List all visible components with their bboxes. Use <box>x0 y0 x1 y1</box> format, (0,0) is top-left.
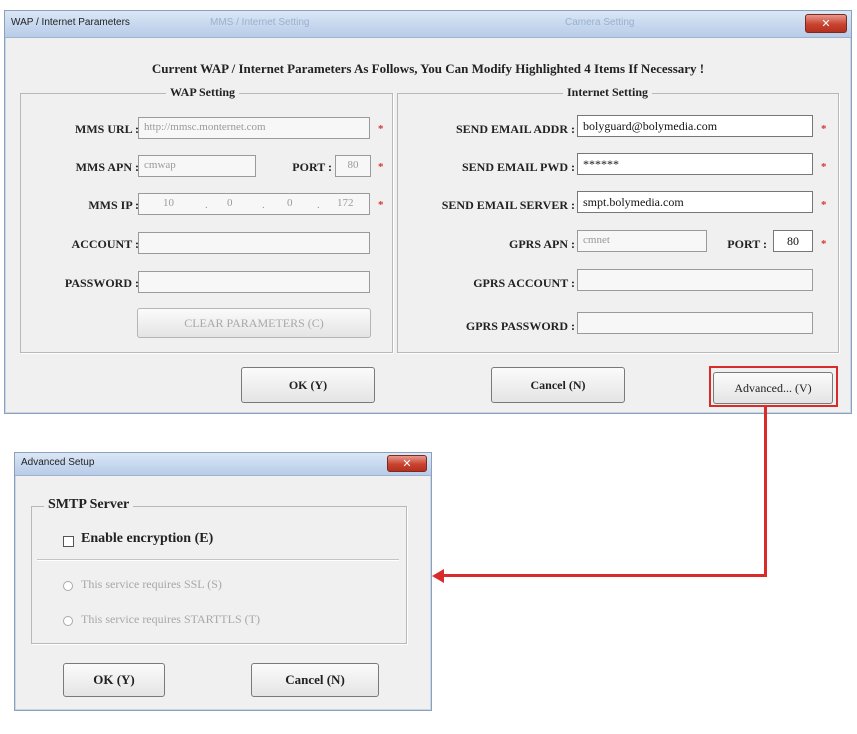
password-field[interactable] <box>138 271 370 293</box>
starttls-label[interactable]: This service requires STARTTLS (T) <box>81 612 260 627</box>
ip-dot-2: . <box>262 199 265 211</box>
gprs-apn-label: GPRS APN : <box>509 237 575 251</box>
mms-ip-required-marker: * <box>378 199 384 211</box>
mms-ip-octet-1: 10 <box>163 197 174 209</box>
gprs-apn-field[interactable]: cmnet <box>577 230 707 252</box>
account-field[interactable] <box>138 232 370 254</box>
clear-parameters-button[interactable]: CLEAR PARAMETERS (C) <box>137 308 371 338</box>
mms-url-required-marker: * <box>378 123 384 135</box>
enable-encryption-checkbox[interactable] <box>63 536 74 547</box>
advanced-ok-button[interactable]: OK (Y) <box>63 663 165 697</box>
mms-port-field[interactable]: 80 <box>335 155 371 177</box>
ip-dot-3: . <box>317 199 320 211</box>
email-server-required-marker: * <box>821 199 827 211</box>
mms-ip-octet-2: 0 <box>227 197 233 209</box>
ssl-radio[interactable] <box>63 581 73 591</box>
connector-arrow-icon <box>432 569 444 583</box>
mms-apn-required-marker: * <box>378 161 384 173</box>
advanced-cancel-button[interactable]: Cancel (N) <box>251 663 379 697</box>
advanced-setup-window: Advanced Setup ✕ SMTP Server Enable encr… <box>14 452 432 711</box>
send-email-server-field[interactable]: smpt.bolymedia.com <box>577 191 813 213</box>
main-close-button[interactable]: ✕ <box>805 14 847 33</box>
ssl-label[interactable]: This service requires SSL (S) <box>81 577 222 592</box>
internet-setting-title: Internet Setting <box>563 85 652 100</box>
gprs-port-field[interactable]: 80 <box>773 230 813 252</box>
send-email-addr-field[interactable]: bolyguard@bolymedia.com <box>577 115 813 137</box>
enable-encryption-label[interactable]: Enable encryption (E) <box>81 531 213 547</box>
password-label: PASSWORD : <box>64 276 139 290</box>
ghost-title-2: Camera Setting <box>565 17 635 28</box>
connector-vertical <box>764 405 767 577</box>
mms-url-field[interactable]: http://mmsc.monternet.com <box>138 117 370 139</box>
gprs-account-field[interactable] <box>577 269 813 291</box>
mms-apn-field[interactable]: cmwap <box>138 155 256 177</box>
mms-apn-label: MMS APN : <box>75 160 139 174</box>
instructions-heading: Current WAP / Internet Parameters As Fol… <box>151 61 705 76</box>
mms-ip-octet-4: 172 <box>337 197 354 209</box>
advanced-titlebar[interactable]: Advanced Setup ✕ <box>15 453 431 476</box>
gprs-port-label: PORT : <box>727 237 767 251</box>
smtp-separator <box>37 559 399 560</box>
gprs-account-label: GPRS ACCOUNT : <box>473 276 575 290</box>
gprs-password-field[interactable] <box>577 312 813 334</box>
email-addr-required-marker: * <box>821 123 827 135</box>
mms-url-label: MMS URL : <box>75 122 139 136</box>
gprs-password-label: GPRS PASSWORD : <box>465 319 575 333</box>
send-email-addr-label: SEND EMAIL ADDR : <box>455 122 575 136</box>
mms-port-label: PORT : <box>292 160 332 174</box>
starttls-radio[interactable] <box>63 616 73 626</box>
send-email-pwd-label: SEND EMAIL PWD : <box>461 160 575 174</box>
advanced-window-title: Advanced Setup <box>21 457 95 468</box>
ghost-title-1: MMS / Internet Setting <box>210 17 310 28</box>
wap-internet-parameters-window: WAP / Internet Parameters MMS / Internet… <box>4 10 852 414</box>
email-pwd-required-marker: * <box>821 161 827 173</box>
send-email-server-label: SEND EMAIL SERVER : <box>441 198 575 212</box>
mms-ip-octet-3: 0 <box>287 197 293 209</box>
advanced-close-button[interactable]: ✕ <box>387 455 427 472</box>
main-titlebar[interactable]: WAP / Internet Parameters MMS / Internet… <box>5 11 851 38</box>
main-window-title: WAP / Internet Parameters <box>11 17 130 28</box>
connector-horizontal <box>442 574 767 577</box>
smtp-server-title: SMTP Server <box>44 497 134 513</box>
gprs-port-required-marker: * <box>821 238 827 250</box>
mms-ip-label: MMS IP : <box>88 198 139 212</box>
cancel-button[interactable]: Cancel (N) <box>491 367 625 403</box>
ok-button[interactable]: OK (Y) <box>241 367 375 403</box>
send-email-pwd-field[interactable]: ****** <box>577 153 813 175</box>
account-label: ACCOUNT : <box>71 237 139 251</box>
mms-ip-field[interactable]: 10 . 0 . 0 . 172 <box>138 193 370 215</box>
wap-setting-title: WAP Setting <box>166 85 240 100</box>
advanced-highlight-box <box>709 366 838 407</box>
ip-dot-1: . <box>205 199 208 211</box>
